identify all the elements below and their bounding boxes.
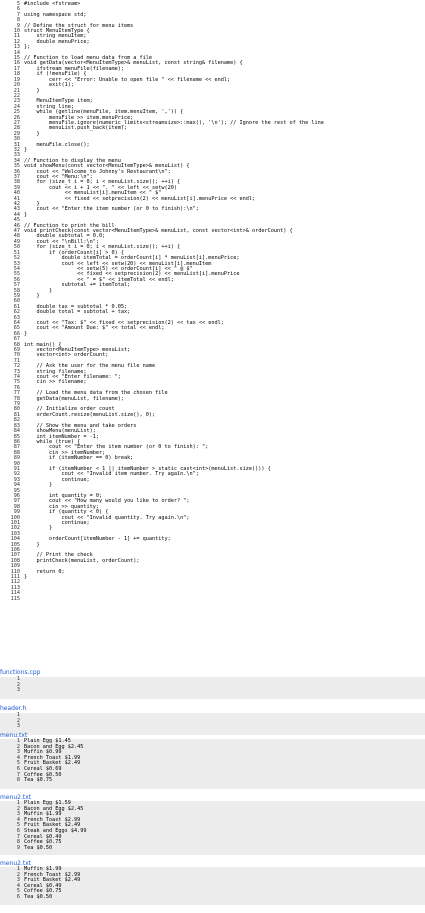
code-line: 9 Tea $0.50 [0, 844, 425, 852]
functions-file-panel[interactable]: 123 [0, 676, 425, 699]
line-text: Tea $0.50 [24, 844, 53, 851]
line-text: } [24, 574, 28, 581]
code-line: 3 [0, 724, 425, 730]
line-text: } [24, 130, 40, 137]
line-text: orderCount[itemNumber - 1] += quantity; [24, 536, 171, 543]
header-file-panel[interactable]: 123 [0, 712, 425, 735]
line-text: } [24, 482, 53, 489]
line-text: getData(menuList, filename); [24, 395, 124, 402]
line-text: << fixed << setprecision(2) << menuList[… [24, 195, 256, 202]
code-line: 115 [0, 595, 425, 602]
line-text: } [24, 330, 28, 337]
menu2-file-panel[interactable]: 1 Plain Egg $1.59 2 Bacon and Egg $2.45 3 Muf… [0, 800, 425, 855]
line-text: if (itemNumber == 0) break; [24, 455, 134, 462]
line-text: } [24, 146, 28, 153]
line-text: vector<int> orderCount; [24, 352, 109, 359]
line-text: cout << "Enter the item number (or 0 to … [24, 206, 199, 213]
line-text: } [24, 87, 40, 94]
line-text: Tea $0.50 [24, 893, 53, 900]
code-line: 6 Tea $0.50 [0, 893, 425, 901]
line-text: cout << "Amount Due: $" << total << endl… [24, 325, 165, 332]
line-number: 3 [16, 723, 20, 730]
line-text: } [24, 211, 28, 218]
line-text: } [24, 541, 40, 548]
line-text: } [24, 525, 53, 532]
line-text: }; [24, 44, 31, 51]
file-label-header[interactable]: header.h [0, 705, 26, 712]
line-text: } [24, 292, 40, 299]
line-number: 9 [16, 844, 20, 851]
code-line: 3 [0, 688, 425, 694]
line-text: menuFile.close(); [24, 141, 90, 148]
line-number: 3 [16, 687, 20, 694]
menu3-file-panel[interactable]: 1 Muffin $1.99 2 French Toast $2.99 3 Fruit B… [0, 866, 425, 905]
line-text: cin >> filename; [24, 379, 87, 386]
line-text: using namespace std; [24, 11, 87, 18]
line-number: 8 [16, 777, 20, 784]
line-text: double total = subtotal + tax; [24, 309, 131, 316]
file-label-functions[interactable]: functions.cpp [0, 669, 40, 676]
line-text: return 0; [24, 568, 65, 575]
line-number: 115 [10, 595, 20, 602]
line-text: Tea $0.75 [24, 777, 53, 784]
line-text: #include <fstream> [24, 1, 81, 7]
line-text: printCheck(menuList, orderCount); [24, 557, 140, 564]
main-code-editor[interactable]: 5 #include <fstream> 6 7 using namespace std… [0, 1, 425, 602]
line-number: 6 [16, 893, 20, 900]
menu-file-panel[interactable]: 1 Plain Egg $1.45 2 Bacon and Egg $2.45 3 Muf… [0, 738, 425, 789]
line-text: double menuPrice; [24, 38, 90, 45]
code-line: 8 Tea $0.75 [0, 778, 425, 784]
line-text: orderCount.resize(menuList.size(), 0); [24, 411, 156, 418]
